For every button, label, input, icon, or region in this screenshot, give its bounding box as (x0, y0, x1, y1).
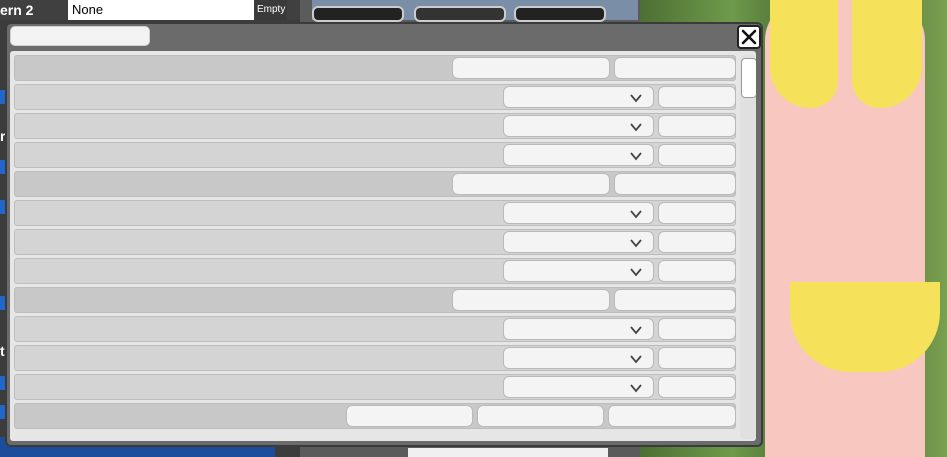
item-value-button[interactable] (658, 144, 736, 166)
header-button[interactable] (614, 57, 736, 79)
slider-track[interactable] (408, 448, 608, 457)
dialog-title-field[interactable] (10, 26, 150, 46)
bikini-top-right (852, 0, 922, 108)
list-item (14, 200, 736, 226)
item-dropdown[interactable] (503, 260, 654, 282)
item-dropdown[interactable] (503, 318, 654, 340)
header-button[interactable] (608, 405, 736, 427)
item-value-button[interactable] (658, 86, 736, 108)
item-dropdown[interactable] (503, 347, 654, 369)
bikini-bottom (790, 282, 940, 372)
item-value-button[interactable] (658, 318, 736, 340)
header-button[interactable] (346, 405, 473, 427)
chevron-down-icon (630, 326, 642, 335)
item-dropdown[interactable] (503, 86, 654, 108)
section-header-row (14, 171, 736, 197)
close-button[interactable] (737, 25, 761, 49)
list-item (14, 316, 736, 342)
section-header-row (14, 55, 736, 81)
pattern-label: ern 2 (0, 2, 34, 18)
chevron-down-icon (630, 239, 642, 248)
item-value-button[interactable] (658, 231, 736, 253)
empty-button[interactable]: Empty (255, 0, 287, 20)
item-value-button[interactable] (658, 260, 736, 282)
header-button[interactable] (614, 289, 736, 311)
header-button[interactable] (452, 289, 610, 311)
chevron-down-icon (630, 384, 642, 393)
item-dropdown[interactable] (503, 202, 654, 224)
item-dropdown[interactable] (503, 144, 654, 166)
item-value-button[interactable] (658, 347, 736, 369)
pattern-swatch[interactable] (514, 6, 606, 22)
item-dropdown[interactable] (503, 115, 654, 137)
list-item (14, 374, 736, 400)
dialog-list (10, 51, 756, 441)
chevron-down-icon (630, 123, 642, 132)
pattern-value-field[interactable]: None (68, 0, 254, 20)
list-item (14, 142, 736, 168)
list-item (14, 345, 736, 371)
list-item (14, 113, 736, 139)
close-icon (741, 29, 757, 45)
pattern-swatch[interactable] (312, 6, 404, 22)
item-value-button[interactable] (658, 376, 736, 398)
pattern-swatch[interactable] (414, 6, 506, 22)
scrollbar-thumb[interactable] (741, 58, 756, 98)
list-item (14, 84, 736, 110)
section-header-row (14, 287, 736, 313)
header-button[interactable] (614, 173, 736, 195)
item-dropdown[interactable] (503, 376, 654, 398)
header-button[interactable] (452, 173, 610, 195)
chevron-down-icon (630, 152, 642, 161)
chevron-down-icon (630, 355, 642, 364)
scrollbar[interactable] (740, 55, 756, 439)
settings-dialog (5, 22, 763, 447)
bikini-top-left (770, 0, 838, 108)
list-item (14, 258, 736, 284)
item-value-button[interactable] (658, 115, 736, 137)
header-button[interactable] (452, 57, 610, 79)
panel-label-fragment: t (0, 343, 5, 359)
section-header-row (14, 403, 736, 429)
header-button[interactable] (477, 405, 604, 427)
chevron-down-icon (630, 94, 642, 103)
chevron-down-icon (630, 210, 642, 219)
list-item (14, 229, 736, 255)
item-dropdown[interactable] (503, 231, 654, 253)
chevron-down-icon (630, 268, 642, 277)
item-value-button[interactable] (658, 202, 736, 224)
